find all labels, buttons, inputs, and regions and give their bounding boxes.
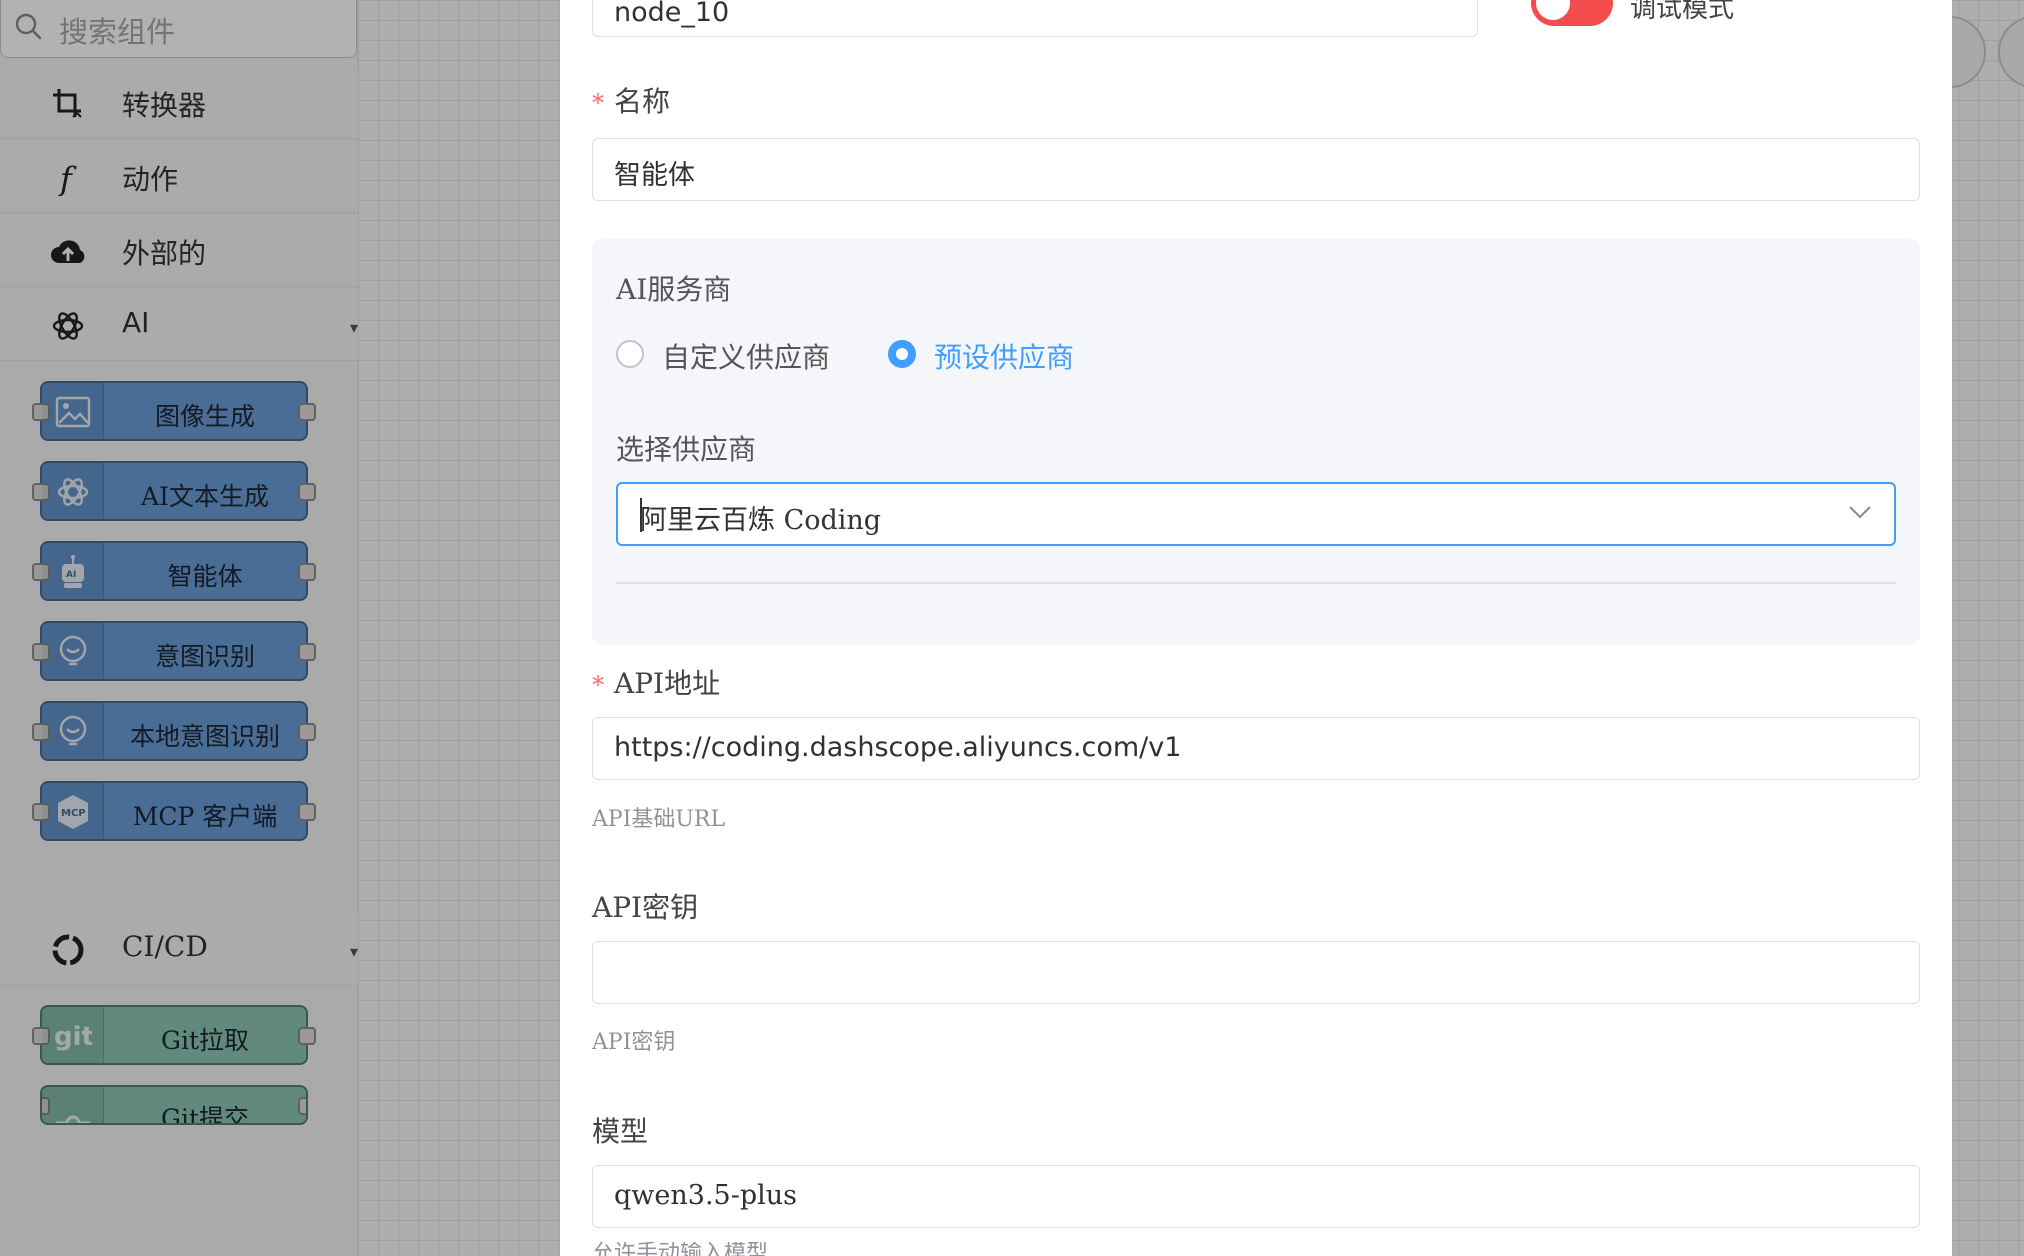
required-asterisk: *: [592, 89, 604, 117]
ai-provider-panel: [592, 239, 1920, 645]
text-cursor: [640, 498, 642, 532]
api-key-hint: API密钥: [592, 1030, 676, 1055]
name-label: * 名称: [592, 85, 671, 118]
model-input[interactable]: qwen3.5-plus: [592, 1165, 1920, 1228]
debug-mode-label: 调试模式: [1630, 0, 1735, 24]
provider-section-title: AI服务商: [616, 273, 732, 306]
model-hint: 允许手动输入模型: [592, 1242, 769, 1256]
name-input[interactable]: 智能体: [592, 138, 1920, 201]
radio-custom-provider[interactable]: [616, 340, 644, 368]
toggle-knob: [1536, 0, 1570, 20]
api-url-hint: API基础URL: [592, 807, 726, 832]
provider-divider: [616, 582, 1896, 584]
chevron-down-icon[interactable]: [1848, 504, 1872, 520]
api-key-input[interactable]: [592, 941, 1920, 1004]
api-url-input[interactable]: https://coding.dashscope.aliyuncs.com/v1: [592, 717, 1920, 780]
model-label: 模型: [592, 1115, 649, 1148]
provider-select-value: 阿里云百炼 Coding: [640, 505, 882, 536]
api-url-value: https://coding.dashscope.aliyuncs.com/v1: [614, 732, 1182, 763]
node-id-value: node_10: [614, 0, 730, 28]
radio-preset-provider-label[interactable]: 预设供应商: [934, 336, 1074, 376]
api-url-label: * API地址: [592, 667, 721, 700]
radio-custom-provider-label[interactable]: 自定义供应商: [662, 336, 830, 376]
node-id-input[interactable]: node_10: [592, 0, 1478, 37]
radio-preset-provider[interactable]: [888, 340, 916, 368]
required-asterisk: *: [592, 671, 604, 699]
provider-select[interactable]: 阿里云百炼 Coding: [616, 482, 1896, 546]
api-key-label: API密钥: [592, 891, 699, 924]
model-value: qwen3.5-plus: [614, 1180, 797, 1211]
debug-mode-toggle[interactable]: [1531, 0, 1613, 26]
select-provider-label: 选择供应商: [616, 433, 757, 466]
name-value: 智能体: [614, 160, 695, 191]
